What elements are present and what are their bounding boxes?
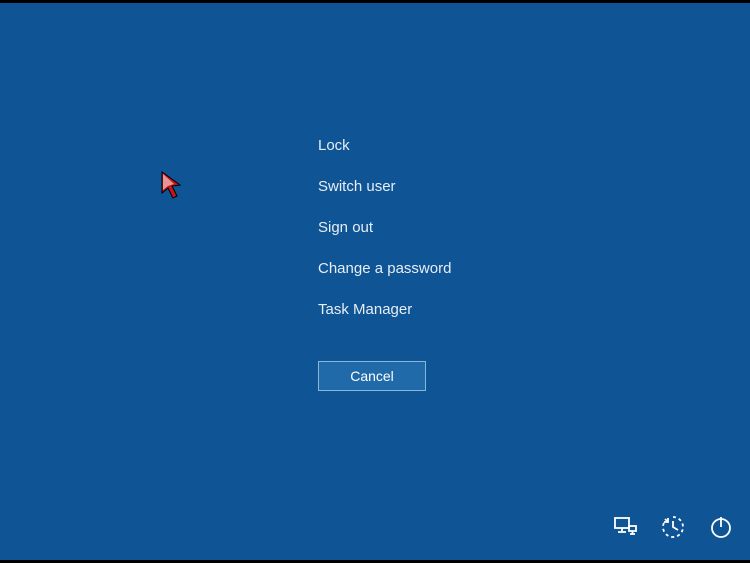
system-tray [610,512,736,542]
cancel-button[interactable]: Cancel [318,361,426,391]
security-options-menu: Lock Switch user Sign out Change a passw… [318,125,451,330]
menu-item-sign-out[interactable]: Sign out [318,207,451,248]
menu-item-task-manager[interactable]: Task Manager [318,289,451,330]
menu-item-lock[interactable]: Lock [318,125,451,166]
mouse-cursor-icon [160,170,188,205]
security-options-screen: Lock Switch user Sign out Change a passw… [0,3,750,560]
network-icon[interactable] [610,512,640,542]
power-icon[interactable] [706,512,736,542]
menu-item-switch-user[interactable]: Switch user [318,166,451,207]
ease-of-access-icon[interactable] [658,512,688,542]
menu-item-change-password[interactable]: Change a password [318,248,451,289]
